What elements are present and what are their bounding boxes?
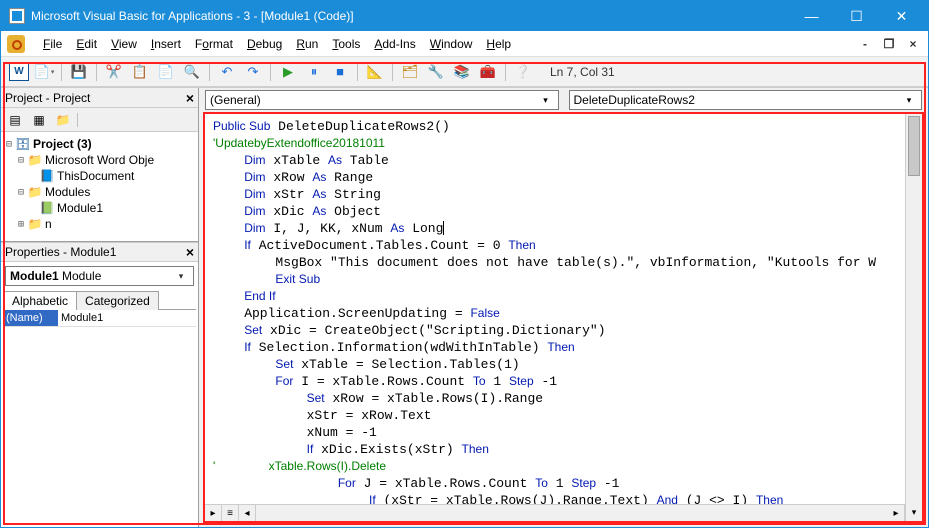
properties-panel-label: Properties - Module1 xyxy=(5,245,116,259)
property-value[interactable]: Module1 xyxy=(58,310,196,326)
separator xyxy=(505,63,506,81)
tree-item-thisdocument[interactable]: 📘ThisDocument xyxy=(3,168,196,184)
properties-tabs: Alphabetic Categorized xyxy=(3,290,196,310)
run-button[interactable]: ▶ xyxy=(277,61,299,83)
view-word-button[interactable]: W xyxy=(9,63,29,81)
object-browser-button[interactable]: 📚 xyxy=(451,61,473,83)
scroll-left-icon[interactable]: ◂ xyxy=(239,505,256,522)
tree-item-module1[interactable]: 📗Module1 xyxy=(3,200,196,216)
separator xyxy=(270,63,271,81)
close-button[interactable]: ✕ xyxy=(879,1,924,31)
view-object-button[interactable]: ▦ xyxy=(29,111,49,129)
redo-button[interactable]: ↷ xyxy=(242,61,264,83)
body-area: Project - Project × ▤ ▦ 📁 ⊟🗄Project (3) … xyxy=(1,87,928,527)
horizontal-scrollbar[interactable]: ▸ ≡ ◂ ▸ xyxy=(205,504,905,521)
menu-run[interactable]: Run xyxy=(290,35,324,53)
menu-bar: File Edit View Insert Format Debug Run T… xyxy=(1,31,928,57)
tree-folder-word-objects[interactable]: ⊟📁Microsoft Word Obje xyxy=(3,152,196,168)
properties-panel-title: Properties - Module1 × xyxy=(1,242,198,262)
tree-root[interactable]: ⊟🗄Project (3) xyxy=(3,136,196,152)
separator xyxy=(96,63,97,81)
chevron-down-icon: ▾ xyxy=(538,95,554,106)
code-editor[interactable]: Public Sub DeleteDuplicateRows2() 'Updat… xyxy=(203,112,924,523)
scroll-down-icon[interactable]: ▾ xyxy=(906,504,922,521)
separator xyxy=(61,63,62,81)
window-title: Microsoft Visual Basic for Applications … xyxy=(31,9,789,23)
separator xyxy=(77,113,78,127)
maximize-button[interactable]: ☐ xyxy=(834,1,879,31)
view-code-button[interactable]: ▤ xyxy=(5,111,25,129)
project-explorer-button[interactable]: 🗂 xyxy=(399,61,421,83)
child-restore-button[interactable]: ❐ xyxy=(880,35,898,53)
find-button[interactable]: 🔍 xyxy=(181,61,203,83)
menu-window[interactable]: Window xyxy=(424,35,479,53)
vba-icon xyxy=(7,35,25,53)
reset-button[interactable]: ■ xyxy=(329,61,351,83)
tree-folder-references[interactable]: ⊞📁n xyxy=(3,216,196,232)
project-panel-label: Project - Project xyxy=(5,91,90,105)
full-module-view-button[interactable]: ≡ xyxy=(222,505,239,522)
code-text[interactable]: Public Sub DeleteDuplicateRows2() 'Updat… xyxy=(205,114,905,504)
toggle-folders-button[interactable]: 📁 xyxy=(53,111,73,129)
child-close-button[interactable]: × xyxy=(904,35,922,53)
properties-grid[interactable]: (Name) Module1 xyxy=(3,310,196,525)
tab-categorized[interactable]: Categorized xyxy=(76,291,159,310)
child-minimize-button[interactable]: - xyxy=(856,35,874,53)
properties-panel-close-button[interactable]: × xyxy=(186,244,194,260)
code-combo-row: (General)▾ DeleteDuplicateRows2▾ xyxy=(199,88,928,112)
chevron-down-icon: ▾ xyxy=(901,95,917,106)
left-column: Project - Project × ▤ ▦ 📁 ⊟🗄Project (3) … xyxy=(1,88,199,527)
separator xyxy=(357,63,358,81)
copy-button[interactable]: 📋 xyxy=(129,61,151,83)
tab-alphabetic[interactable]: Alphabetic xyxy=(3,291,77,310)
menu-edit[interactable]: Edit xyxy=(70,35,103,53)
menu-view[interactable]: View xyxy=(105,35,143,53)
break-button[interactable]: ⏸ xyxy=(303,61,325,83)
property-name: (Name) xyxy=(3,310,58,326)
app-icon xyxy=(9,8,25,24)
object-combo[interactable]: (General)▾ xyxy=(205,90,559,110)
menu-tools[interactable]: Tools xyxy=(326,35,366,53)
cursor-position: Ln 7, Col 31 xyxy=(550,65,615,79)
paste-button[interactable]: 📄 xyxy=(155,61,177,83)
code-area: (General)▾ DeleteDuplicateRows2▾ Public … xyxy=(199,88,928,527)
undo-button[interactable]: ↶ xyxy=(216,61,238,83)
tree-folder-modules[interactable]: ⊟📁Modules xyxy=(3,184,196,200)
vertical-scrollbar[interactable]: ▴ ▾ xyxy=(905,114,922,521)
separator xyxy=(209,63,210,81)
project-panel-close-button[interactable]: × xyxy=(186,90,194,106)
title-bar: Microsoft Visual Basic for Applications … xyxy=(1,1,928,31)
design-mode-button[interactable]: 📐 xyxy=(364,61,386,83)
project-panel-title: Project - Project × xyxy=(1,88,198,108)
menu-debug[interactable]: Debug xyxy=(241,35,288,53)
properties-button[interactable]: 🔧 xyxy=(425,61,447,83)
toolbar: W 📄▾ 💾 ✂️ 📋 📄 🔍 ↶ ↷ ▶ ⏸ ■ 📐 🗂 🔧 📚 🧰 ❔ Ln… xyxy=(1,57,928,87)
menu-file[interactable]: File xyxy=(37,35,68,53)
properties-object-combo[interactable]: Module1 Module ▾ xyxy=(5,266,194,286)
toolbox-button[interactable]: 🧰 xyxy=(477,61,499,83)
menu-addins[interactable]: Add-Ins xyxy=(368,35,421,53)
minimize-button[interactable]: — xyxy=(789,1,834,31)
help-button[interactable]: ❔ xyxy=(512,61,534,83)
separator xyxy=(392,63,393,81)
scroll-thumb[interactable] xyxy=(908,116,920,176)
insert-menu-button[interactable]: 📄▾ xyxy=(33,61,55,83)
menu-format[interactable]: Format xyxy=(189,35,239,53)
project-tree[interactable]: ⊟🗄Project (3) ⊟📁Microsoft Word Obje 📘Thi… xyxy=(1,132,198,242)
save-button[interactable]: 💾 xyxy=(68,61,90,83)
cut-button[interactable]: ✂️ xyxy=(103,61,125,83)
project-toolbar: ▤ ▦ 📁 xyxy=(1,108,198,132)
chevron-down-icon: ▾ xyxy=(173,271,189,282)
menu-insert[interactable]: Insert xyxy=(145,35,187,53)
property-row[interactable]: (Name) Module1 xyxy=(3,310,196,327)
procedure-combo[interactable]: DeleteDuplicateRows2▾ xyxy=(569,90,923,110)
menu-help[interactable]: Help xyxy=(480,35,517,53)
scroll-right-icon[interactable]: ▸ xyxy=(888,505,905,522)
procedure-view-button[interactable]: ▸ xyxy=(205,505,222,522)
